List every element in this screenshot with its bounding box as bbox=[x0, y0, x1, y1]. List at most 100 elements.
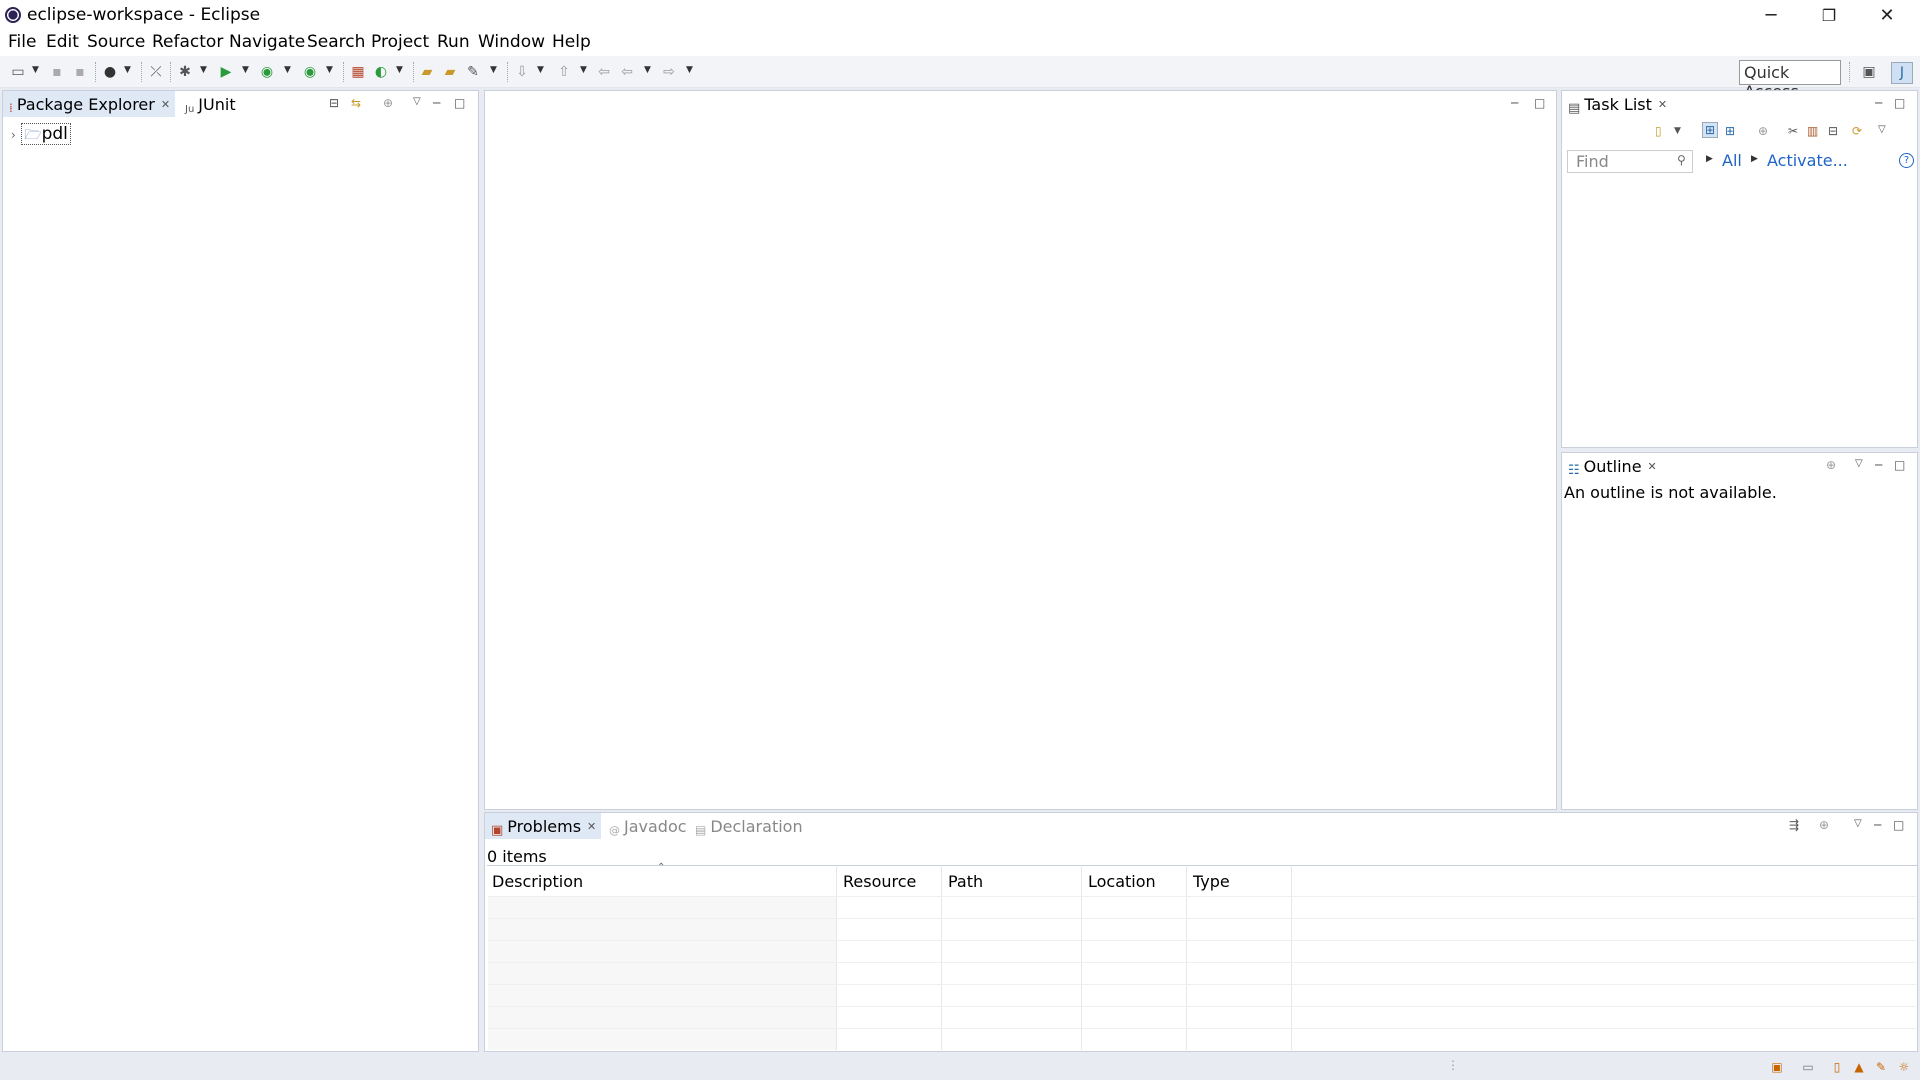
collapse-all-icon[interactable]: ⊟ bbox=[329, 96, 339, 110]
minimize-button[interactable]: ─ bbox=[1742, 0, 1800, 30]
view-menu-icon[interactable]: ▽ bbox=[413, 96, 421, 107]
tab-outline[interactable]: ☷ Outline ✕ bbox=[1562, 453, 1658, 479]
synchronize-icon[interactable]: ⟳ bbox=[1852, 124, 1862, 138]
new-icon[interactable]: ▭ bbox=[10, 64, 26, 80]
pencil-icon[interactable]: ✎ bbox=[1874, 1060, 1888, 1074]
profile-icon[interactable]: ● bbox=[102, 64, 118, 80]
save-all-icon[interactable]: ▪ bbox=[72, 64, 88, 80]
new-class-dropdown-icon[interactable]: ▼ bbox=[396, 65, 403, 75]
tree-item-pdl[interactable]: › 🗁pdl bbox=[11, 123, 71, 148]
previous-annotation-icon[interactable]: ⇧ bbox=[556, 64, 572, 80]
all-link[interactable]: All bbox=[1722, 151, 1742, 170]
view-menu-icon[interactable]: ▽ bbox=[1855, 458, 1863, 469]
activate-link[interactable]: Activate... bbox=[1767, 151, 1848, 170]
rss-icon[interactable]: ▣ bbox=[1770, 1060, 1784, 1074]
maximize-view-icon[interactable]: □ bbox=[1894, 458, 1905, 472]
expand-icon[interactable]: › bbox=[11, 128, 16, 142]
open-perspective-icon[interactable]: ▣ bbox=[1861, 64, 1877, 80]
external-tools-dropdown-icon[interactable]: ▼ bbox=[326, 65, 333, 75]
close-tab-icon[interactable]: ✕ bbox=[587, 820, 596, 833]
close-tab-icon[interactable]: ✕ bbox=[1658, 98, 1667, 111]
maximize-view-icon[interactable]: □ bbox=[1894, 96, 1905, 110]
tab-junit[interactable]: Ju JUnit bbox=[179, 91, 269, 117]
column-divider[interactable] bbox=[1186, 865, 1187, 1050]
coverage-dropdown-icon[interactable]: ▼ bbox=[284, 65, 291, 75]
sun-icon[interactable]: ☼ bbox=[1897, 1060, 1911, 1074]
previous-annotation-dropdown-icon[interactable]: ▼ bbox=[580, 65, 587, 75]
tab-javadoc[interactable]: @ Javadoc bbox=[603, 813, 689, 839]
categorized-icon[interactable]: ⊞ bbox=[1702, 122, 1719, 138]
menu-help[interactable]: Help bbox=[552, 32, 591, 52]
filters-icon[interactable]: ⇶ bbox=[1789, 818, 1799, 832]
scheduled-icon[interactable]: ⊞ bbox=[1725, 124, 1735, 138]
minimize-editor-icon[interactable]: ─ bbox=[1511, 96, 1518, 110]
column-divider[interactable] bbox=[1081, 865, 1082, 1050]
back-icon[interactable]: ⇦ bbox=[619, 64, 635, 80]
tab-task-list[interactable]: ▤ Task List ✕ bbox=[1562, 91, 1668, 117]
hat-icon[interactable]: ▲ bbox=[1852, 1060, 1866, 1074]
focus-on-workweek-icon[interactable]: ⊕ bbox=[1758, 124, 1768, 138]
focus-on-active-task-icon[interactable]: ⊕ bbox=[1826, 458, 1836, 472]
run-icon[interactable]: ▶ bbox=[218, 64, 234, 80]
column-divider[interactable] bbox=[836, 865, 837, 1050]
menu-file[interactable]: File bbox=[8, 32, 36, 52]
save-icon[interactable]: ▪ bbox=[49, 64, 65, 80]
task-find-input[interactable]: Find bbox=[1567, 150, 1693, 173]
maximize-view-icon[interactable]: □ bbox=[454, 96, 465, 110]
profile-dropdown-icon[interactable]: ▼ bbox=[124, 65, 131, 75]
forward-icon[interactable]: ⇨ bbox=[661, 64, 677, 80]
new-java-class-icon[interactable]: ◐ bbox=[373, 64, 389, 80]
new-dropdown-icon[interactable]: ▼ bbox=[32, 65, 39, 75]
debug-icon[interactable]: ✱ bbox=[177, 64, 193, 80]
new-task-icon[interactable]: ▯ bbox=[1655, 124, 1662, 138]
external-tools-icon[interactable]: ◉ bbox=[302, 64, 318, 80]
maximize-editor-icon[interactable]: □ bbox=[1534, 96, 1545, 110]
open-task-icon[interactable]: ▰ bbox=[442, 64, 458, 80]
back-dropdown-icon[interactable]: ▼ bbox=[644, 65, 651, 75]
close-button[interactable]: ✕ bbox=[1858, 0, 1916, 30]
last-edit-location-icon[interactable]: ⇦ bbox=[596, 64, 612, 80]
hide-completed-icon[interactable]: ✂ bbox=[1788, 124, 1798, 138]
column-header-type[interactable]: Type bbox=[1193, 872, 1230, 891]
column-header-path[interactable]: Path bbox=[948, 872, 983, 891]
maximize-view-icon[interactable]: □ bbox=[1893, 818, 1904, 832]
search-dropdown-icon[interactable]: ▼ bbox=[490, 65, 497, 75]
menu-refactor[interactable]: Refactor bbox=[152, 32, 223, 52]
menu-project[interactable]: Project bbox=[371, 32, 429, 52]
minimize-view-icon[interactable]: ─ bbox=[1874, 818, 1881, 832]
new-task-dropdown-icon[interactable]: ▼ bbox=[1674, 126, 1681, 136]
quick-access-input[interactable]: Quick Access bbox=[1739, 60, 1841, 101]
view-menu-icon[interactable]: ▽ bbox=[1854, 818, 1862, 829]
tab-problems[interactable]: ▣ Problems ✕ bbox=[485, 813, 601, 839]
forward-dropdown-icon[interactable]: ▼ bbox=[686, 65, 693, 75]
minimize-view-icon[interactable]: ─ bbox=[1875, 458, 1882, 472]
skip-breakpoints-icon[interactable]: ⤫ bbox=[148, 64, 164, 80]
restore-button[interactable]: ❐ bbox=[1800, 0, 1858, 30]
column-divider[interactable] bbox=[941, 865, 942, 1050]
tab-package-explorer[interactable]: ⁞ Package Explorer ✕ bbox=[3, 91, 175, 117]
menu-window[interactable]: Window bbox=[478, 32, 545, 52]
menu-source[interactable]: Source bbox=[87, 32, 145, 52]
help-icon[interactable]: ? bbox=[1899, 153, 1914, 168]
new-java-package-icon[interactable]: ▦ bbox=[350, 64, 366, 80]
note-icon[interactable]: ▯ bbox=[1830, 1060, 1844, 1074]
collapse-all-icon[interactable]: ⊟ bbox=[1828, 124, 1838, 138]
menu-search[interactable]: Search bbox=[307, 32, 365, 52]
column-header-location[interactable]: Location bbox=[1088, 872, 1156, 891]
coverage-icon[interactable]: ◉ bbox=[259, 64, 275, 80]
view-menu-icon[interactable]: ▽ bbox=[1878, 124, 1886, 135]
column-header-resource[interactable]: Resource bbox=[843, 872, 916, 891]
open-type-icon[interactable]: ▰ bbox=[419, 64, 435, 80]
minimize-view-icon[interactable]: ─ bbox=[1875, 96, 1882, 110]
column-divider[interactable] bbox=[1291, 865, 1292, 1050]
menu-edit[interactable]: Edit bbox=[46, 32, 79, 52]
menu-run[interactable]: Run bbox=[437, 32, 470, 52]
filter-icon[interactable]: ▥ bbox=[1807, 124, 1818, 138]
window-icon[interactable]: ▭ bbox=[1801, 1060, 1815, 1074]
next-annotation-dropdown-icon[interactable]: ▼ bbox=[537, 65, 544, 75]
run-dropdown-icon[interactable]: ▼ bbox=[242, 65, 249, 75]
focus-on-active-task-icon[interactable]: ⊕ bbox=[1819, 818, 1829, 832]
minimize-view-icon[interactable]: ─ bbox=[433, 96, 440, 110]
menu-navigate[interactable]: Navigate bbox=[229, 32, 305, 52]
java-perspective-icon[interactable]: J bbox=[1891, 62, 1913, 84]
